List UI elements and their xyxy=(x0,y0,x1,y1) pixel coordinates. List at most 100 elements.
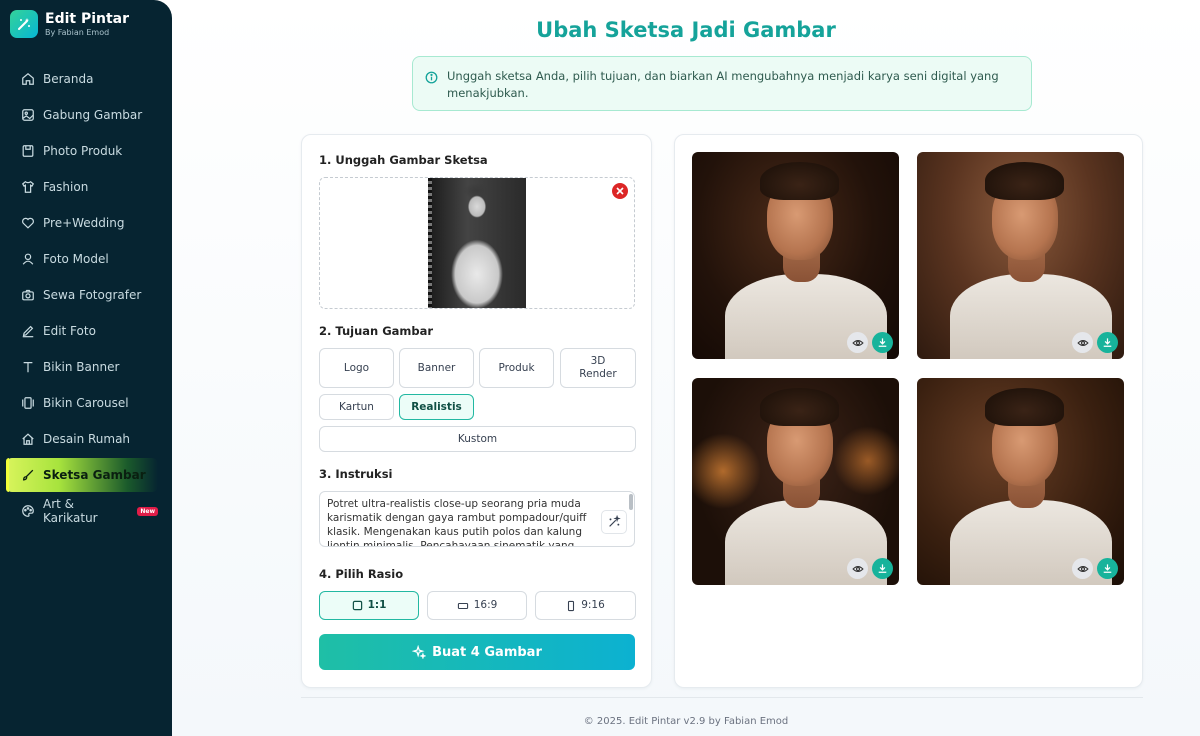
uploaded-sketch-preview xyxy=(428,178,526,308)
sidebar-item-label: Fashion xyxy=(43,180,89,194)
sidebar-item-label: Foto Model xyxy=(43,252,109,266)
ratio-label: 1:1 xyxy=(367,599,387,611)
sidebar-item-fashion[interactable]: Fashion xyxy=(6,170,158,204)
textarea-scrollbar[interactable] xyxy=(629,494,633,510)
download-button[interactable] xyxy=(872,558,893,579)
purpose-kartun-button[interactable]: Kartun xyxy=(319,394,394,420)
sidebar-item-label: Photo Produk xyxy=(43,144,123,158)
download-button[interactable] xyxy=(872,332,893,353)
sidebar-item-bikin-carousel[interactable]: Bikin Carousel xyxy=(6,386,158,420)
footer-text: © 2025. Edit Pintar v2.9 by Fabian Emod xyxy=(583,716,789,727)
sidebar-item-label: Sketsa Gambar xyxy=(43,468,146,482)
eye-icon xyxy=(851,565,864,572)
ratio-1-1-button[interactable]: 1:1 xyxy=(319,591,419,620)
instruction-text: Potret ultra-realistis close-up seorang … xyxy=(327,498,587,547)
brand-title: Edit Pintar xyxy=(45,10,130,27)
shirt-icon xyxy=(21,180,35,193)
result-image-4[interactable] xyxy=(917,378,1124,585)
view-button[interactable] xyxy=(847,332,868,353)
sidebar-item-label: Desain Rumah xyxy=(43,432,131,446)
result-image-3[interactable] xyxy=(692,378,899,585)
sidebar-item-label: Edit Foto xyxy=(43,324,96,338)
user-icon xyxy=(22,253,34,265)
sparkles-icon xyxy=(412,645,427,659)
download-icon xyxy=(1103,338,1112,347)
sidebar-item-edit-foto[interactable]: Edit Foto xyxy=(6,314,158,348)
sidebar-item-label: Bikin Carousel xyxy=(43,396,129,410)
result-image-2[interactable] xyxy=(917,152,1124,359)
sidebar-item-label: Sewa Fotografer xyxy=(43,288,142,302)
generate-label: Buat 4 Gambar xyxy=(432,644,542,660)
eye-icon xyxy=(851,339,864,346)
type-icon xyxy=(23,362,33,373)
carousel-icon xyxy=(22,397,34,409)
view-button[interactable] xyxy=(1072,558,1093,579)
remove-image-button[interactable] xyxy=(612,183,628,199)
sidebar-item-label: Beranda xyxy=(43,72,94,86)
results-panel xyxy=(674,134,1143,688)
new-badge: New xyxy=(137,506,158,516)
download-icon xyxy=(1103,564,1112,573)
magic-wand-logo-icon xyxy=(10,10,38,38)
house-icon xyxy=(22,433,34,445)
home-icon xyxy=(22,72,34,85)
sidebar-item-bikin-banner[interactable]: Bikin Banner xyxy=(6,350,158,384)
download-icon xyxy=(878,338,887,347)
eye-icon xyxy=(1076,565,1089,572)
portrait-icon xyxy=(568,600,575,611)
palette-icon xyxy=(22,505,34,517)
upload-section-title: 1. Unggah Gambar Sketsa xyxy=(319,153,488,167)
sidebar-item-label: Pre+Wedding xyxy=(43,216,125,230)
magic-wand-icon xyxy=(609,515,621,527)
download-button[interactable] xyxy=(1097,558,1118,579)
instruction-textarea[interactable]: Potret ultra-realistis close-up seorang … xyxy=(319,491,635,547)
pencil-icon xyxy=(22,325,34,338)
sidebar-item-photo-produk[interactable]: Photo Produk xyxy=(6,134,158,168)
sketch-upload-dropzone[interactable] xyxy=(319,177,635,309)
sidebar-item-label: Art & Karikatur xyxy=(43,497,98,525)
purpose-produk-button[interactable]: Produk xyxy=(479,348,554,388)
brand[interactable]: Edit Pintar By Fabian Emod xyxy=(10,10,129,38)
enhance-prompt-button[interactable] xyxy=(601,510,627,534)
ratio-section-title: 4. Pilih Rasio xyxy=(319,567,404,581)
download-icon xyxy=(878,564,887,573)
sidebar-item-pre-wedding[interactable]: Pre+Wedding xyxy=(6,206,158,240)
ratio-9-16-button[interactable]: 9:16 xyxy=(535,591,636,620)
result-image-1[interactable] xyxy=(692,152,899,359)
footer-divider xyxy=(301,697,1143,698)
view-button[interactable] xyxy=(847,558,868,579)
sidebar: Edit Pintar By Fabian Emod Beranda Gabun… xyxy=(0,0,172,736)
brand-subtitle: By Fabian Emod xyxy=(45,27,110,37)
purpose-section-title: 2. Tujuan Gambar xyxy=(319,324,434,338)
ratio-16-9-button[interactable]: 16:9 xyxy=(427,591,527,620)
sidebar-item-label: Bikin Banner xyxy=(43,360,120,374)
generate-button[interactable]: Buat 4 Gambar xyxy=(319,634,635,670)
sidebar-item-sketsa-gambar[interactable]: Sketsa Gambar xyxy=(6,458,158,492)
download-button[interactable] xyxy=(1097,332,1118,353)
info-banner: Unggah sketsa Anda, pilih tujuan, dan bi… xyxy=(412,56,1032,111)
eye-icon xyxy=(1076,339,1089,346)
purpose-kustom-button[interactable]: Kustom xyxy=(319,426,636,452)
sidebar-item-foto-model[interactable]: Foto Model xyxy=(6,242,158,276)
sketch-form-panel: 1. Unggah Gambar Sketsa 2. Tujuan Gambar… xyxy=(301,134,652,688)
info-icon xyxy=(425,71,438,84)
sidebar-item-sewa-fotografer[interactable]: Sewa Fotografer xyxy=(6,278,158,312)
page-title: Ubah Sketsa Jadi Gambar xyxy=(536,18,836,42)
sidebar-item-beranda[interactable]: Beranda xyxy=(6,62,158,96)
sidebar-item-desain-rumah[interactable]: Desain Rumah xyxy=(6,422,158,456)
purpose-realistis-button[interactable]: Realistis xyxy=(399,394,474,420)
purpose-banner-button[interactable]: Banner xyxy=(399,348,474,388)
sidebar-item-gabung-gambar[interactable]: Gabung Gambar xyxy=(6,98,158,132)
image-icon xyxy=(22,109,34,121)
view-button[interactable] xyxy=(1072,332,1093,353)
ratio-label: 16:9 xyxy=(473,599,498,611)
close-icon xyxy=(616,187,624,195)
landscape-icon xyxy=(457,602,468,609)
instruction-section-title: 3. Instruksi xyxy=(319,467,393,481)
sidebar-item-art-karikatur[interactable]: Art & Karikatur New xyxy=(6,494,158,528)
brush-icon xyxy=(22,469,34,481)
purpose-logo-button[interactable]: Logo xyxy=(319,348,394,388)
sidebar-item-label: Gabung Gambar xyxy=(43,108,143,122)
heart-icon xyxy=(22,217,34,229)
purpose-3d-render-button[interactable]: 3D Render xyxy=(560,348,636,388)
